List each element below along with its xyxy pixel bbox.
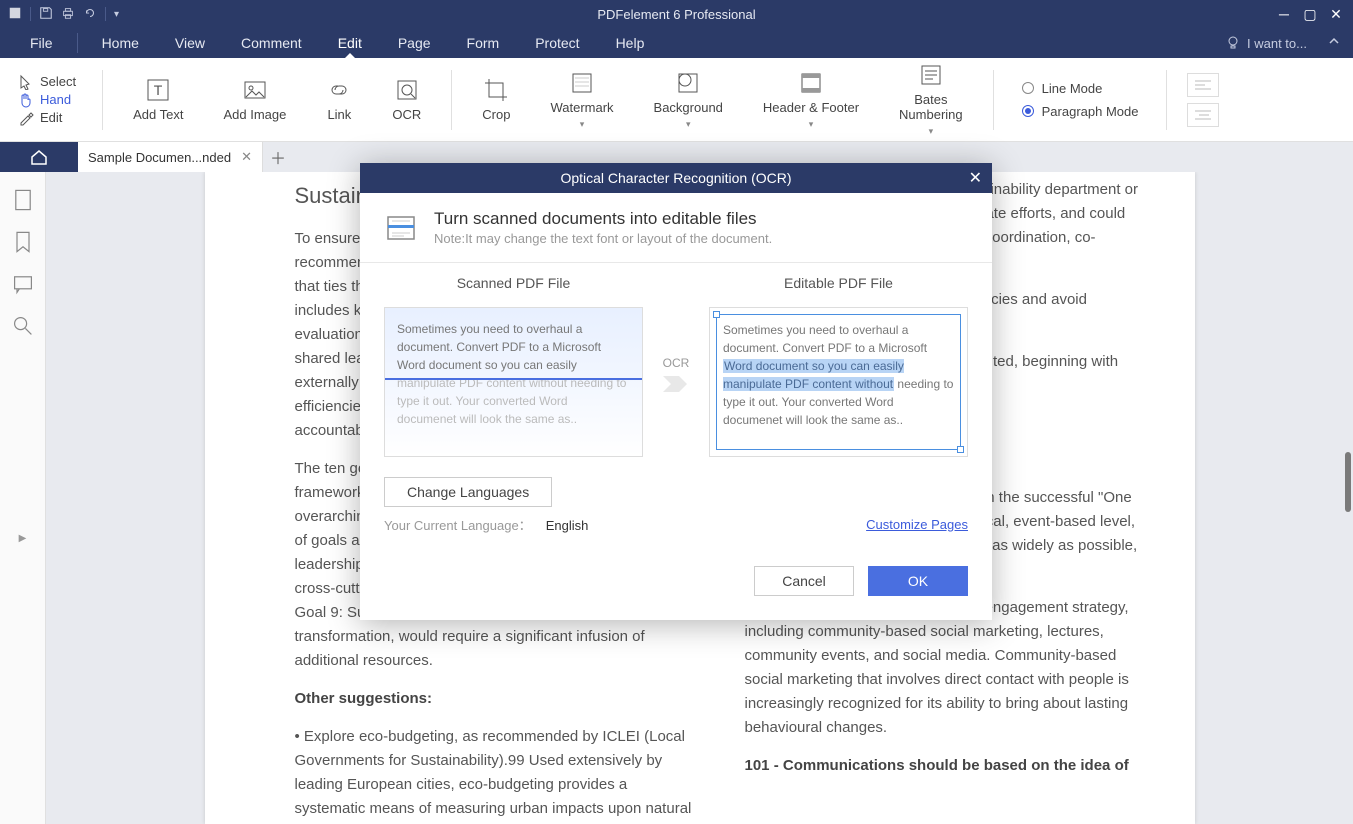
save-icon[interactable]: [39, 6, 53, 23]
search-panel-button[interactable]: [11, 314, 35, 338]
select-tool[interactable]: Select: [18, 74, 76, 90]
line-mode-radio[interactable]: Line Mode: [1022, 81, 1139, 96]
minimize-button[interactable]: ─: [1275, 6, 1293, 23]
left-sidebar: ▶: [0, 172, 46, 824]
print-icon[interactable]: [61, 6, 75, 23]
crop-tool[interactable]: Crop: [472, 73, 520, 126]
home-tab[interactable]: [0, 142, 78, 172]
close-tab-icon[interactable]: ✕: [241, 149, 252, 165]
app-title: PDFelement 6 Professional: [597, 7, 755, 22]
scrollbar-thumb[interactable]: [1345, 452, 1351, 512]
watermark-tool[interactable]: Watermark▾: [540, 66, 623, 134]
ok-button[interactable]: OK: [868, 566, 968, 596]
dialog-title-bar: Optical Character Recognition (OCR) ✕: [360, 163, 992, 193]
align-option-1[interactable]: [1187, 73, 1219, 97]
lightbulb-icon: [1225, 35, 1241, 51]
quick-access-toolbar: ▾: [0, 6, 127, 23]
ribbon-toolbar: Select Hand Edit TAdd Text Add Image Lin…: [0, 58, 1353, 142]
window-controls: ─ ▢ ✕: [1275, 6, 1353, 23]
menu-comment[interactable]: Comment: [223, 28, 320, 58]
collapse-ribbon-button[interactable]: [1327, 34, 1341, 53]
ocr-dialog: Optical Character Recognition (OCR) ✕ Tu…: [360, 163, 992, 620]
scanned-label: Scanned PDF File: [384, 275, 643, 291]
thumbnails-panel-button[interactable]: [11, 188, 35, 212]
menu-protect[interactable]: Protect: [517, 28, 597, 58]
close-button[interactable]: ✕: [1327, 6, 1345, 23]
expand-sidebar-handle[interactable]: ▶: [19, 533, 27, 544]
align-option-2[interactable]: [1187, 103, 1219, 127]
background-tool[interactable]: Background▾: [644, 66, 733, 134]
paragraph-mode-radio[interactable]: Paragraph Mode: [1022, 104, 1139, 119]
add-image-tool[interactable]: Add Image: [214, 73, 297, 126]
customize-pages-link[interactable]: Customize Pages: [866, 517, 968, 532]
menu-edit[interactable]: Edit: [320, 28, 380, 58]
ocr-arrow: OCR: [653, 356, 699, 396]
link-tool[interactable]: Link: [316, 73, 362, 126]
editable-label: Editable PDF File: [709, 275, 968, 291]
scanned-preview: Sometimes you need to overhaul a documen…: [384, 307, 643, 457]
ocr-tool[interactable]: OCR: [382, 73, 431, 126]
dialog-close-button[interactable]: ✕: [969, 168, 982, 188]
title-bar: ▾ PDFelement 6 Professional ─ ▢ ✕: [0, 0, 1353, 28]
editable-preview: Sometimes you need to overhaul a documen…: [709, 307, 968, 457]
body-text: • Explore eco-budgeting, as recommended …: [295, 725, 695, 824]
menu-form[interactable]: Form: [449, 28, 518, 58]
header-footer-tool[interactable]: Header & Footer▾: [753, 66, 869, 134]
undo-icon[interactable]: [83, 6, 97, 23]
add-text-tool[interactable]: TAdd Text: [123, 73, 193, 126]
maximize-button[interactable]: ▢: [1301, 6, 1319, 23]
svg-text:T: T: [154, 82, 163, 98]
menu-bar: File Home View Comment Edit Page Form Pr…: [0, 28, 1353, 58]
bookmarks-panel-button[interactable]: [11, 230, 35, 254]
want-to-search[interactable]: I want to...: [1225, 35, 1307, 51]
change-languages-button[interactable]: Change Languages: [384, 477, 552, 507]
app-icon: [8, 6, 22, 23]
menu-page[interactable]: Page: [380, 28, 449, 58]
cancel-button[interactable]: Cancel: [754, 566, 854, 596]
ocr-scanner-icon: [384, 211, 418, 245]
dialog-note: Note:It may change the text font or layo…: [434, 231, 772, 246]
menu-home[interactable]: Home: [84, 28, 157, 58]
document-tab[interactable]: Sample Documen...nded ✕: [78, 142, 263, 172]
current-language-label: Your Current Language：English: [384, 515, 588, 534]
menu-help[interactable]: Help: [598, 28, 663, 58]
dialog-headline: Turn scanned documents into editable fil…: [434, 209, 772, 229]
edit-tool[interactable]: Edit: [18, 110, 76, 126]
menu-file[interactable]: File: [12, 28, 71, 58]
menu-view[interactable]: View: [157, 28, 223, 58]
body-text: 101 - Communications should be based on …: [745, 754, 1145, 778]
comments-panel-button[interactable]: [11, 272, 35, 296]
add-tab-button[interactable]: ＋: [263, 142, 293, 172]
hand-tool[interactable]: Hand: [18, 92, 76, 108]
qat-dropdown-icon[interactable]: ▾: [114, 9, 119, 20]
bates-numbering-tool[interactable]: Bates Numbering▾: [889, 58, 973, 141]
body-text: Other suggestions:: [295, 687, 695, 711]
